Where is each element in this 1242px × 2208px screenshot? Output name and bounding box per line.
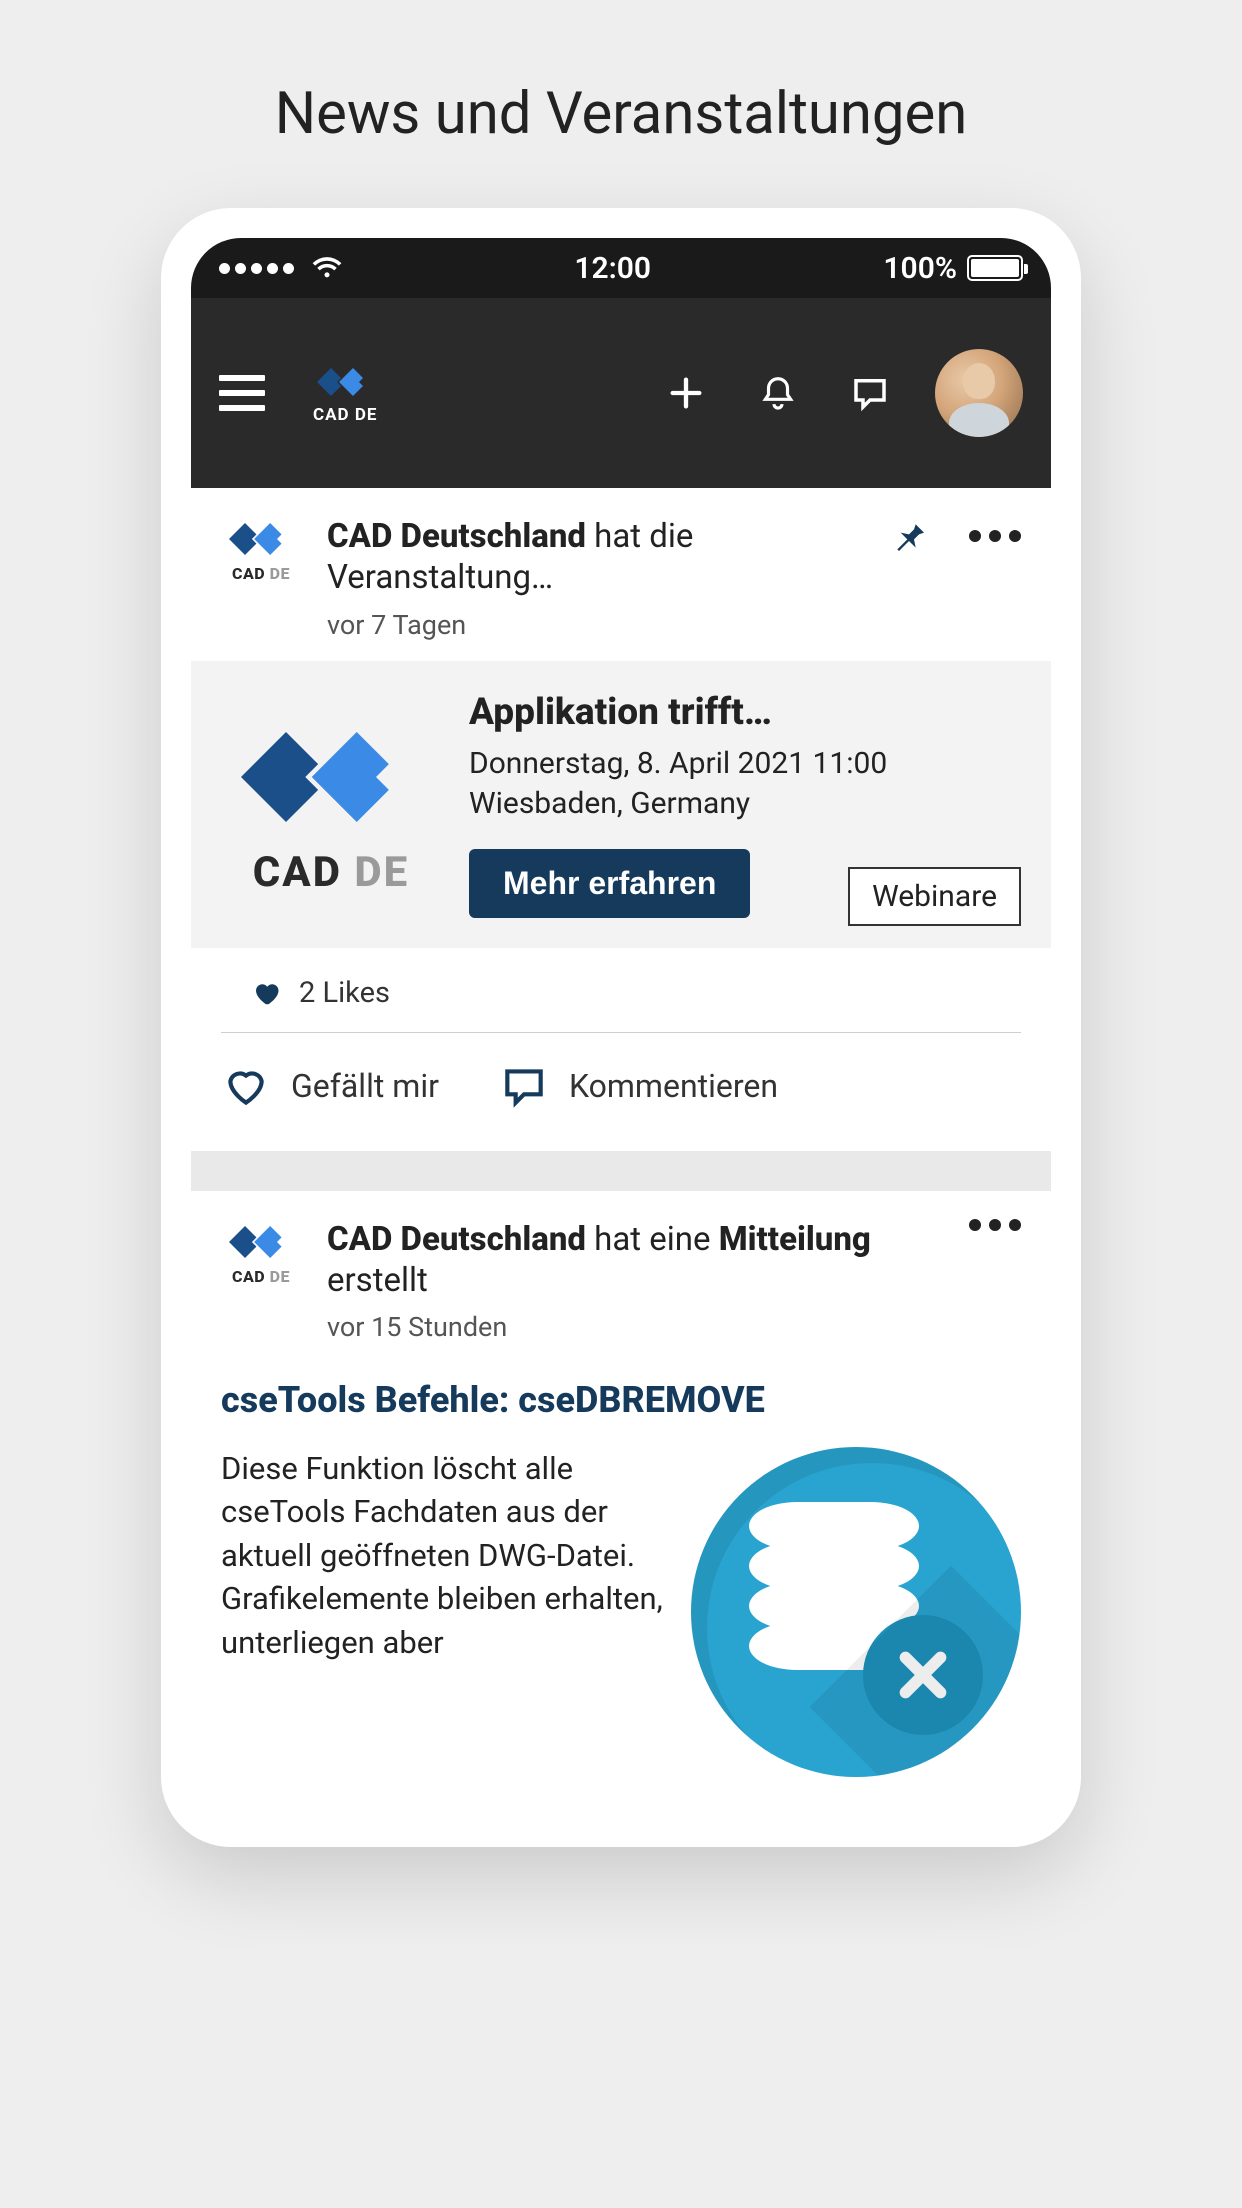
avatar[interactable] xyxy=(935,349,1023,437)
event-logo: CAD DE xyxy=(221,691,441,918)
event-cta-button[interactable]: Mehr erfahren xyxy=(469,849,750,918)
event-title: Applikation trifft… xyxy=(469,691,1021,734)
post-author-brand: CAD DE xyxy=(232,564,290,583)
like-button[interactable]: Gefällt mir xyxy=(221,1061,439,1111)
post-content-body: Diese Funktion löscht alle cseTools Fach… xyxy=(221,1447,671,1777)
add-button[interactable] xyxy=(665,372,707,414)
post-more-button[interactable] xyxy=(969,530,1021,542)
like-summary[interactable]: 2 Likes xyxy=(221,948,1021,1033)
post-more-button[interactable] xyxy=(969,1219,1021,1231)
like-label: Gefällt mir xyxy=(291,1067,439,1105)
post-headline: CAD Deutschland hat die Veranstaltung… xyxy=(327,516,855,599)
signal-dots-icon xyxy=(219,263,294,274)
pin-icon xyxy=(889,516,929,556)
post-content-title: cseTools Befehle: cseDBREMOVE xyxy=(221,1379,1021,1421)
event-tag[interactable]: Webinare xyxy=(848,867,1021,926)
event-card: CAD DE Applikation trifft… Donnerstag, 8… xyxy=(191,661,1051,948)
feed-post: CAD DE CAD Deutschland hat die Veranstal… xyxy=(191,488,1051,1151)
database-remove-icon xyxy=(691,1447,1021,1777)
heart-outline-icon xyxy=(221,1061,271,1111)
heart-icon xyxy=(251,978,281,1008)
comment-button[interactable]: Kommentieren xyxy=(499,1061,778,1111)
post-author-brand: CAD DE xyxy=(232,1267,290,1286)
post-author-avatar[interactable]: CAD DE xyxy=(221,1219,301,1286)
brand-arrows-icon xyxy=(229,1219,293,1265)
like-count: 2 Likes xyxy=(299,976,390,1010)
event-datetime: Donnerstag, 8. April 2021 11:00 xyxy=(469,744,1021,785)
brand-arrows-icon xyxy=(241,712,421,842)
notifications-button[interactable] xyxy=(757,372,799,414)
post-timestamp: vor 7 Tagen xyxy=(327,609,855,641)
wifi-icon xyxy=(312,256,342,280)
status-bar: 12:00 100% xyxy=(191,238,1051,298)
brand-logo[interactable]: CAD DE xyxy=(313,362,377,425)
phone-frame: 12:00 100% CAD DE xyxy=(161,208,1081,1847)
feed-post: CAD DE CAD Deutschland hat eine Mitteilu… xyxy=(191,1191,1051,1808)
app-header: CAD DE xyxy=(191,298,1051,488)
post-author-avatar[interactable]: CAD DE xyxy=(221,516,301,583)
event-location: Wiesbaden, Germany xyxy=(469,784,1021,825)
brand-arrows-icon xyxy=(229,516,293,562)
x-badge-icon xyxy=(863,1615,983,1735)
battery-icon xyxy=(967,255,1023,281)
status-battery-text: 100% xyxy=(883,251,957,286)
page-title: News und Veranstaltungen xyxy=(0,0,1242,208)
post-timestamp: vor 15 Stunden xyxy=(327,1311,935,1343)
status-time: 12:00 xyxy=(574,251,651,286)
menu-button[interactable] xyxy=(219,375,265,411)
comment-label: Kommentieren xyxy=(569,1067,778,1105)
messages-button[interactable] xyxy=(849,372,891,414)
comment-icon xyxy=(499,1061,549,1111)
brand-text: CAD DE xyxy=(313,405,377,425)
post-headline: CAD Deutschland hat eine Mitteilung erst… xyxy=(327,1219,935,1302)
feed: CAD DE CAD Deutschland hat die Veranstal… xyxy=(191,488,1051,1807)
brand-arrows-icon xyxy=(317,362,373,402)
